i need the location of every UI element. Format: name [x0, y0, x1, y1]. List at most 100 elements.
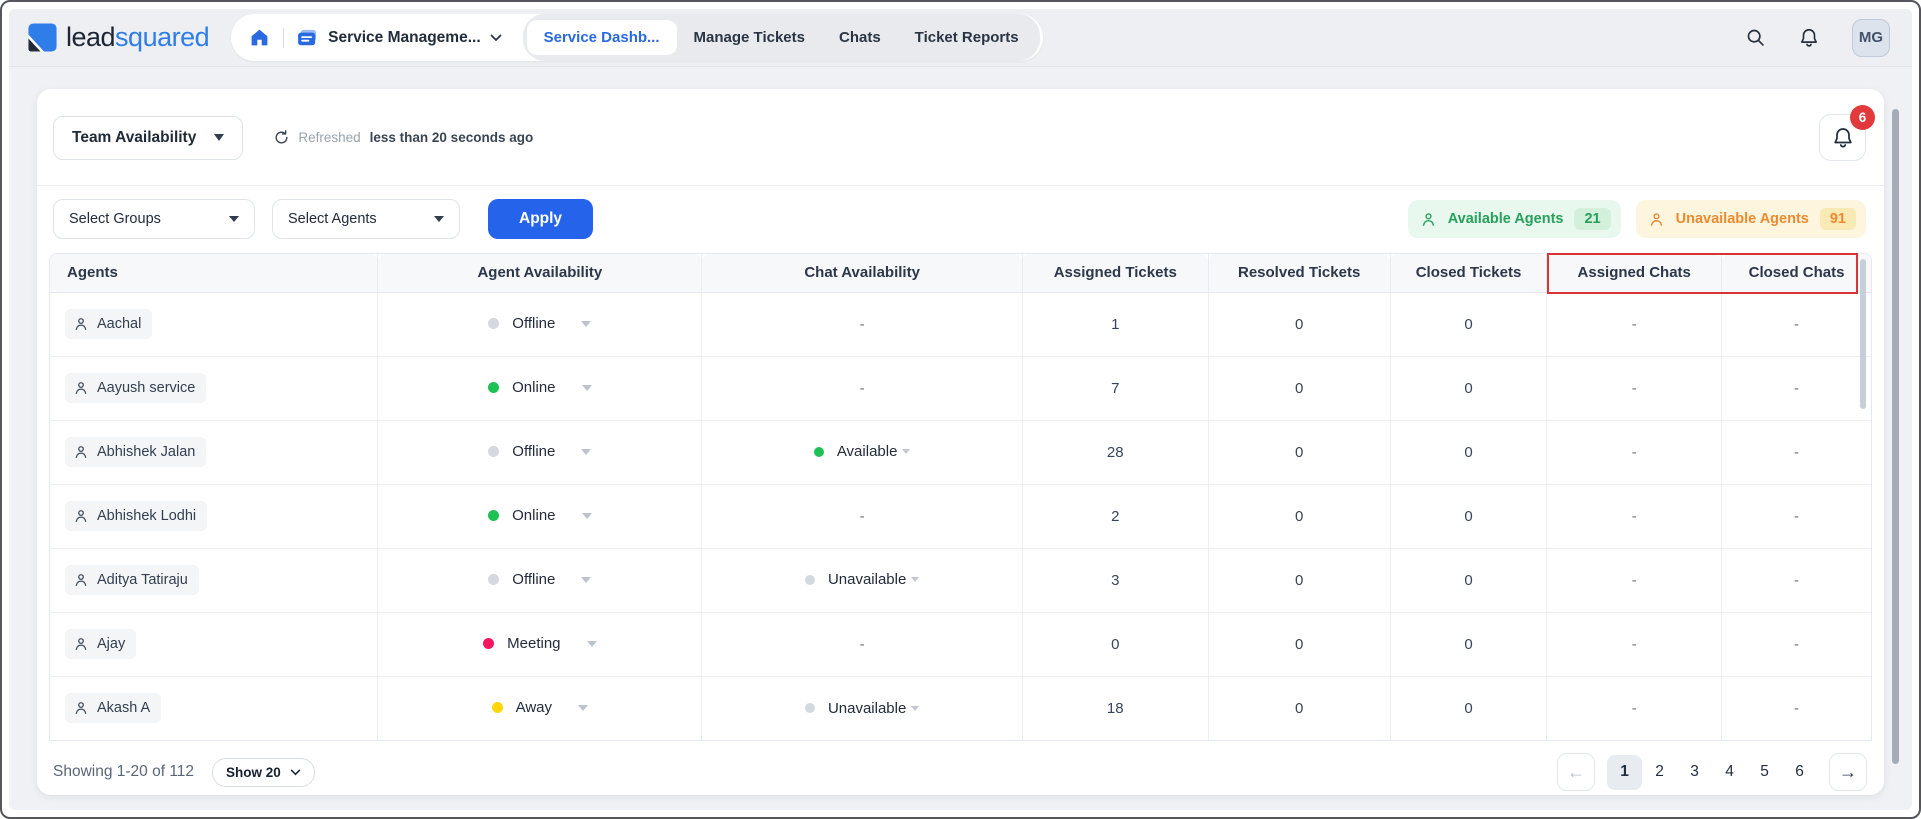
workspace-selector[interactable]: Service Manageme...: [297, 29, 502, 47]
user-avatar[interactable]: MG: [1852, 18, 1890, 57]
agent-status-label: Offline: [512, 315, 556, 332]
resolved-tickets-value: 0: [1207, 612, 1391, 677]
chat-availability-dropdown[interactable]: Unavailable: [804, 571, 920, 588]
agent-name-chip[interactable]: Akash A: [65, 693, 162, 724]
agent-cell: Aditya Tatiraju: [50, 548, 378, 613]
page-number-4[interactable]: 4: [1712, 755, 1747, 790]
assigned-chats-value: -: [1546, 548, 1722, 613]
tab-chats[interactable]: Chats: [822, 20, 898, 55]
previous-page-button[interactable]: ←: [1557, 753, 1595, 791]
assigned-tickets-value: 3: [1021, 548, 1209, 613]
assigned-chats-value: -: [1546, 292, 1722, 357]
refresh-icon[interactable]: [273, 129, 290, 146]
browser-frame: leadsquared Service Manageme... Service …: [0, 0, 1921, 819]
agent-cell: Ajay: [50, 612, 378, 677]
select-groups-dropdown[interactable]: Select Groups: [53, 199, 255, 239]
view-selector-dropdown[interactable]: Team Availability: [53, 115, 244, 160]
chat-availability-dropdown[interactable]: Unavailable: [804, 699, 920, 717]
closed-tickets-value: 0: [1389, 420, 1547, 485]
person-icon: [75, 446, 87, 458]
agent-availability-cell: Online: [377, 484, 702, 549]
card-notifications-button[interactable]: 6: [1819, 105, 1875, 161]
agent-availability-dropdown[interactable]: Online: [488, 507, 592, 524]
agent-availability-cell: Away: [377, 676, 702, 740]
closed-tickets-value: 0: [1389, 292, 1547, 357]
page-number-6[interactable]: 6: [1782, 755, 1817, 790]
page-number-3[interactable]: 3: [1677, 755, 1712, 790]
agent-availability-dropdown[interactable]: Offline: [488, 571, 592, 588]
leadsquared-logo[interactable]: leadsquared: [27, 22, 210, 53]
table-scrollbar-thumb[interactable]: [1860, 259, 1866, 409]
chat-availability-cell: -: [701, 484, 1023, 549]
assigned-tickets-value: 1: [1021, 292, 1209, 357]
agent-name-chip[interactable]: Abhishek Lodhi: [65, 501, 208, 531]
service-module-icon: [298, 29, 317, 45]
next-page-button[interactable]: →: [1829, 753, 1867, 791]
logo-wordmark: leadsquared: [66, 22, 210, 53]
agent-name-chip[interactable]: Abhishek Jalan: [65, 437, 207, 467]
agent-name-chip[interactable]: Aachal: [65, 309, 153, 339]
agent-availability-dropdown[interactable]: Away: [491, 699, 589, 716]
page-number-1[interactable]: 1: [1607, 754, 1642, 790]
empty-value: -: [859, 315, 865, 333]
main-content: Team Availability Refreshed less than 20…: [9, 67, 1912, 810]
logo-squared: squared: [115, 22, 210, 52]
page-number-5[interactable]: 5: [1747, 755, 1782, 790]
status-dot: [488, 574, 500, 585]
search-button[interactable]: [1745, 27, 1766, 48]
assigned-chats-value: -: [1546, 420, 1722, 485]
home-button[interactable]: [249, 27, 270, 48]
notifications-button[interactable]: [1798, 27, 1820, 49]
chat-status-label: Available: [836, 443, 898, 461]
agent-name: Akash A: [97, 700, 151, 717]
table-row: Abhishek Jalan Offline Available 28 0 0 …: [50, 420, 1871, 485]
apply-button[interactable]: Apply: [488, 199, 594, 239]
chevron-down-icon: [290, 769, 301, 775]
assigned-tickets-value: 18: [1021, 676, 1209, 740]
caret-down-icon: [581, 512, 592, 519]
agent-availability-dropdown[interactable]: Offline: [488, 315, 592, 332]
status-dot: [488, 510, 500, 521]
page-size-dropdown[interactable]: Show 20: [212, 757, 315, 787]
home-icon: [251, 29, 268, 46]
status-dot: [813, 446, 824, 457]
agents-table: Agents Agent Availability Chat Availabil…: [50, 254, 1871, 740]
window-scrollbar-thumb[interactable]: [1892, 109, 1899, 764]
closed-chats-value: -: [1721, 484, 1871, 549]
tab-ticket-reports[interactable]: Ticket Reports: [898, 20, 1036, 55]
search-icon: [1747, 29, 1764, 46]
person-icon: [1650, 212, 1662, 226]
agent-name: Ajay: [97, 636, 126, 652]
tab-service-dashboard[interactable]: Service Dashb...: [526, 20, 677, 55]
agent-availability-dropdown[interactable]: Offline: [488, 443, 592, 460]
closed-chats-value: -: [1721, 676, 1871, 740]
column-header-agent-availability: Agent Availability: [377, 254, 702, 293]
agent-availability-cell: Offline: [377, 292, 702, 357]
closed-chats-value: -: [1721, 548, 1871, 613]
agent-name-chip[interactable]: Ajay: [65, 629, 137, 659]
page-number-2[interactable]: 2: [1642, 755, 1677, 790]
agent-name-chip[interactable]: Aayush service: [65, 373, 207, 403]
chat-availability-cell: Available: [701, 420, 1023, 485]
empty-value: -: [859, 379, 865, 397]
agent-name-chip[interactable]: Aditya Tatiraju: [65, 565, 199, 595]
select-agents-dropdown[interactable]: Select Agents: [272, 199, 460, 239]
agent-availability-dropdown[interactable]: Online: [488, 379, 592, 396]
agent-status-label: Online: [512, 379, 556, 396]
agent-availability-cell: Offline: [377, 548, 702, 613]
chat-availability-dropdown[interactable]: Available: [813, 443, 911, 461]
column-header-resolved-tickets: Resolved Tickets: [1207, 254, 1391, 293]
agent-status-label: Online: [512, 507, 556, 524]
bell-icon: [1833, 127, 1852, 147]
resolved-tickets-value: 0: [1207, 420, 1391, 485]
view-selector-label: Team Availability: [72, 128, 197, 146]
closed-tickets-value: 0: [1389, 356, 1547, 421]
tab-manage-tickets[interactable]: Manage Tickets: [677, 20, 822, 55]
agent-availability-dropdown[interactable]: Meeting: [483, 635, 597, 652]
available-agents-count: 21: [1574, 208, 1611, 230]
showing-range-label: Showing 1-20 of 112: [53, 763, 195, 780]
agent-name: Abhishek Lodhi: [97, 508, 197, 524]
caret-down-icon: [911, 705, 920, 711]
page-numbers: 123456: [1607, 754, 1817, 790]
chat-status-label: Unavailable: [827, 699, 907, 717]
